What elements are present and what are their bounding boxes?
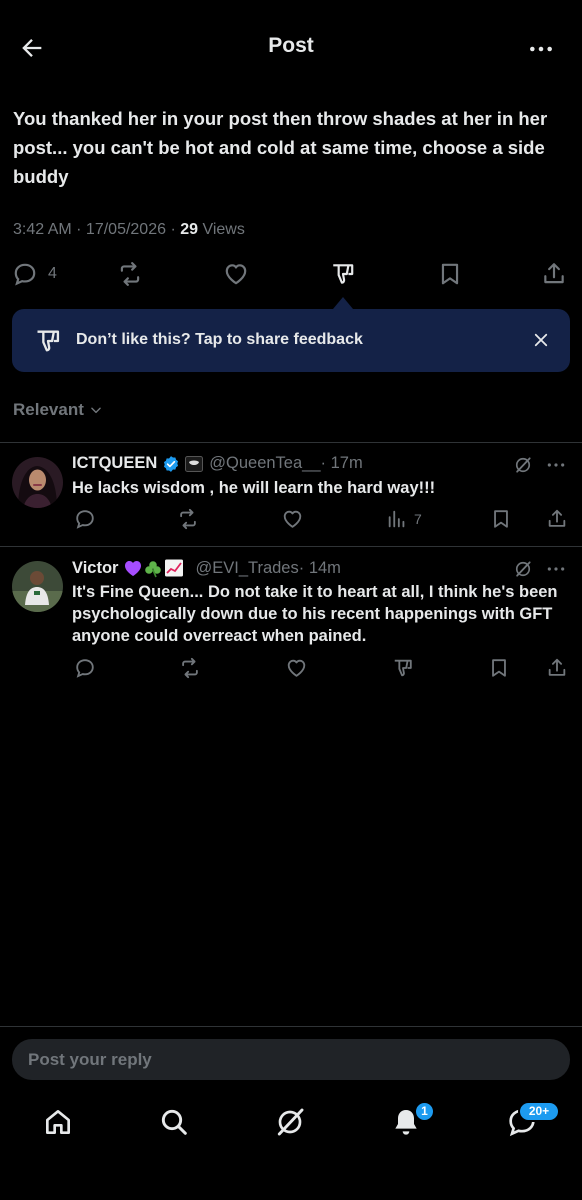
reply-placeholder: Post your reply [28, 1050, 152, 1069]
ellipsis-icon[interactable] [546, 455, 566, 475]
reply-button[interactable] [74, 657, 96, 679]
thumbs-down-icon [34, 327, 62, 355]
reply-header: ICTQUEEN @QueenTea__ · 17m [72, 454, 363, 473]
sort-label: Relevant [13, 400, 84, 419]
share-button[interactable] [546, 508, 568, 530]
verified-badge-icon [162, 455, 180, 473]
ellipsis-icon[interactable] [546, 559, 566, 579]
reply-icon [14, 263, 36, 286]
bookmark-icon [441, 263, 459, 285]
banner-pointer [333, 297, 353, 309]
heart-icon [283, 510, 302, 528]
notifications-badge: 1 [414, 1101, 435, 1122]
grok-icon[interactable] [513, 559, 533, 579]
share-button[interactable] [546, 657, 568, 679]
post-meta: 3:42 AM · 17/05/2026 · 29 Views [13, 221, 245, 239]
post-actions: 4 [0, 256, 582, 292]
close-icon[interactable] [532, 331, 550, 349]
reply-icon [76, 659, 94, 678]
author-handle[interactable]: @EVI_Trades [195, 559, 298, 578]
repost-button[interactable] [178, 657, 202, 679]
repost-button[interactable] [176, 508, 200, 530]
reply-input[interactable]: Post your reply [12, 1039, 570, 1080]
repost-icon [120, 262, 140, 286]
reply-icon [76, 510, 94, 529]
bookmark-button[interactable] [490, 508, 512, 530]
bottom-nav: 1 20+ [0, 1096, 582, 1156]
repost-icon [180, 508, 196, 530]
bookmark-icon [494, 510, 508, 528]
dislike-button[interactable] [330, 261, 356, 287]
heart-icon [225, 264, 247, 285]
share-icon [548, 509, 566, 527]
grok-icon[interactable] [274, 1106, 308, 1140]
messages-badge: 20+ [518, 1101, 560, 1122]
reply-time: · 14m [298, 558, 341, 577]
reply-button[interactable] [74, 508, 96, 530]
avatar[interactable] [12, 457, 63, 508]
chevron-down-icon [89, 403, 103, 417]
reply-text: He lacks wisdom , he will learn the hard… [72, 479, 436, 497]
post-text: You thanked her in your post then throw … [13, 108, 548, 187]
author-handle[interactable]: @QueenTea__ [209, 454, 320, 473]
share-icon [544, 263, 564, 284]
analytics-icon [388, 510, 405, 528]
reply-item[interactable]: Victor @EVI_Trades · 14m It's Fine Queen… [0, 547, 582, 697]
avatar[interactable] [12, 561, 63, 612]
ellipsis-icon[interactable] [528, 36, 554, 62]
post-timestamp: 3:42 AM · 17/05/2026 · [13, 221, 181, 238]
author-name[interactable]: ICTQUEEN [72, 454, 157, 473]
views-count: 7 [414, 511, 422, 527]
sort-dropdown[interactable]: Relevant [13, 400, 103, 420]
reply-header: Victor @EVI_Trades · 14m [72, 558, 341, 578]
thumbs-down-icon [394, 659, 412, 677]
views-count[interactable]: 29 [180, 221, 198, 238]
like-button[interactable] [281, 508, 304, 530]
repost-icon [182, 657, 198, 679]
feedback-banner[interactable]: Don’t like this? Tap to share feedback [12, 309, 570, 372]
reply-text: It's Fine Queen... Do not take it to hea… [72, 583, 558, 645]
divider [0, 1026, 582, 1027]
author-name[interactable]: Victor [72, 559, 118, 578]
page-title: Post [268, 34, 314, 57]
name-emojis [125, 559, 184, 578]
views-label: Views [198, 221, 245, 238]
home-icon[interactable] [42, 1106, 76, 1140]
dislike-button[interactable] [392, 657, 414, 679]
thumbs-down-icon [333, 264, 354, 284]
like-button[interactable] [222, 261, 250, 287]
bookmark-button[interactable] [488, 657, 510, 679]
share-button[interactable] [541, 261, 567, 287]
top-bar: Post [0, 0, 582, 96]
like-button[interactable] [285, 657, 308, 679]
heart-icon [287, 659, 306, 677]
reply-button[interactable]: 4 [12, 261, 57, 287]
author-name-emojis [123, 558, 185, 578]
reply-count: 4 [48, 265, 57, 282]
grok-icon[interactable] [513, 455, 533, 475]
reply-time: · 17m [320, 454, 363, 472]
bookmark-button[interactable] [437, 261, 463, 287]
feedback-text: Don’t like this? Tap to share feedback [76, 331, 363, 348]
repost-button[interactable] [116, 261, 144, 287]
share-icon [548, 658, 566, 676]
affiliate-badge-icon [185, 455, 204, 472]
bookmark-icon [492, 659, 506, 677]
reply-item[interactable]: ICTQUEEN @QueenTea__ · 17m He lacks wisd… [0, 443, 582, 547]
views-button[interactable]: 7 [386, 508, 422, 530]
search-icon[interactable] [158, 1106, 192, 1140]
